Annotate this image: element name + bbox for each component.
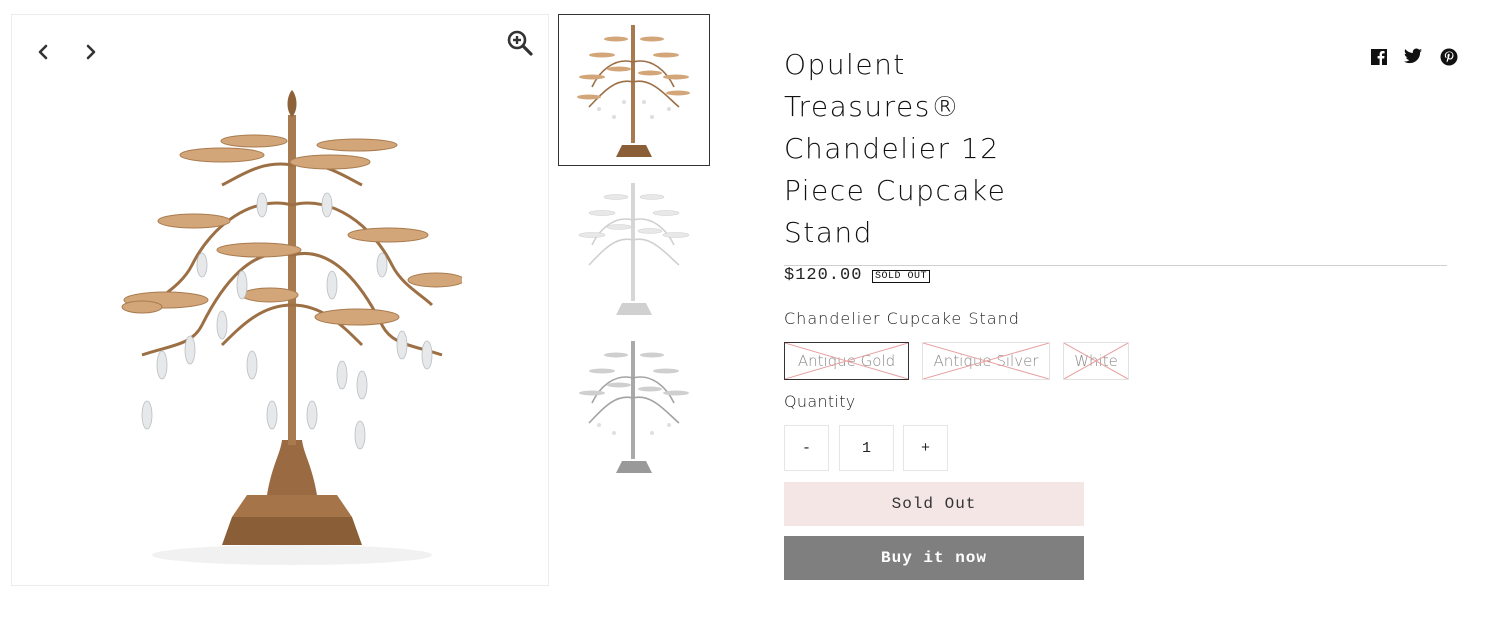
divider [784, 265, 1447, 266]
option-label: Chandelier Cupcake Stand [784, 309, 1020, 328]
quantity-increase-button[interactable]: + [903, 425, 948, 471]
unavailable-cross [923, 343, 1049, 379]
option-white[interactable]: White [1063, 342, 1129, 380]
pinterest-icon[interactable] [1440, 48, 1460, 68]
facebook-icon[interactable] [1370, 48, 1390, 68]
option-antique-silver[interactable]: Antique Silver [922, 342, 1050, 380]
quantity-decrease-button[interactable]: - [784, 425, 829, 471]
twitter-icon[interactable] [1404, 48, 1424, 68]
quantity-input[interactable] [840, 425, 893, 471]
sold-out-badge: SOLD OUT [872, 270, 931, 283]
thumbnail-antique-silver[interactable] [558, 330, 710, 482]
quantity-label: Quantity [784, 392, 856, 411]
quantity-input-wrapper [839, 425, 894, 471]
option-antique-gold[interactable]: Antique Gold [784, 342, 909, 380]
buy-it-now-button[interactable]: Buy it now [784, 536, 1084, 580]
zoom-in-icon[interactable] [506, 29, 534, 57]
unavailable-cross [1064, 343, 1128, 379]
thumbnail-white[interactable] [558, 172, 710, 324]
product-price: $120.00 [784, 266, 863, 285]
product-gallery-main [11, 14, 549, 586]
chevron-right-icon[interactable] [78, 39, 104, 65]
product-title: Opulent Treasures® Chandelier 12 Piece C… [784, 48, 1007, 249]
thumbnail-antique-gold[interactable] [558, 14, 710, 166]
unavailable-cross [785, 343, 908, 379]
chevron-left-icon[interactable] [30, 39, 56, 65]
sold-out-button[interactable]: Sold Out [784, 482, 1084, 526]
product-image-antique-gold [102, 85, 465, 579]
